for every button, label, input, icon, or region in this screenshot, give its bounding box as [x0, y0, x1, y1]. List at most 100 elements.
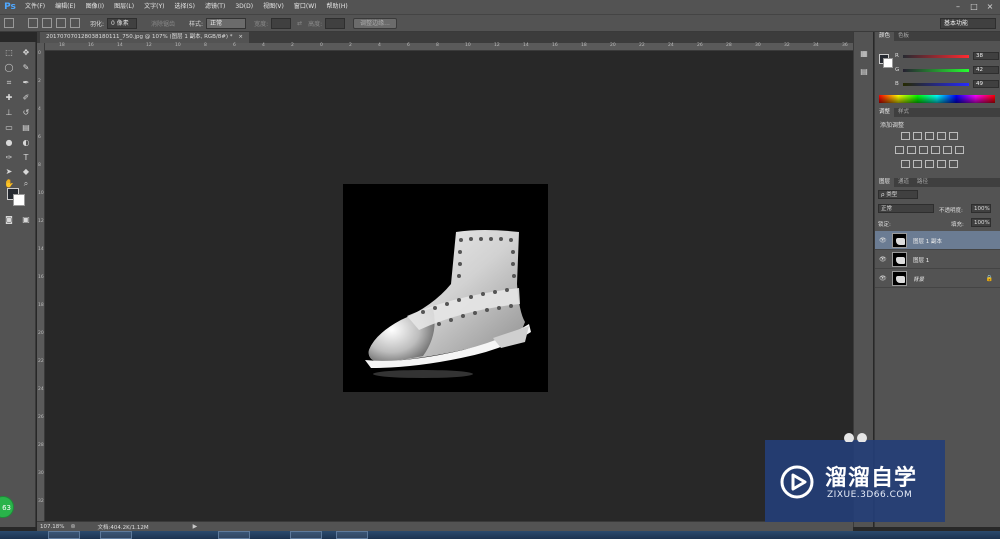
brightness-icon[interactable] — [901, 132, 910, 140]
menu-file[interactable]: 文件(F) — [20, 0, 50, 14]
background-color-swatch[interactable] — [13, 194, 25, 206]
tab-paths[interactable]: 路径 — [913, 178, 932, 187]
zoom-readout[interactable]: 107.18% — [40, 524, 64, 530]
gradient-map-icon[interactable] — [949, 160, 958, 168]
refine-edge-button[interactable]: 调整边缘... — [353, 17, 397, 29]
swap-icon[interactable]: ⇄ — [297, 20, 302, 27]
new-selection-icon[interactable] — [28, 18, 38, 28]
green-channel-slider[interactable]: G 42 — [895, 66, 999, 76]
threshold-icon[interactable] — [925, 160, 934, 168]
document-tab[interactable]: 201707070128038180111_750.jpg @ 107% (图层… — [40, 32, 249, 43]
layer-name[interactable]: 图层 1 副本 — [913, 237, 942, 245]
fill-input[interactable]: 100% — [971, 218, 991, 227]
height-input[interactable] — [325, 17, 346, 29]
blue-channel-slider[interactable]: B 49 — [895, 80, 999, 90]
layer-kind-filter[interactable]: ρ 类型 — [878, 190, 918, 199]
width-input[interactable] — [271, 17, 292, 29]
levels-icon[interactable] — [913, 132, 922, 140]
close-icon[interactable]: × — [238, 34, 243, 40]
menu-view[interactable]: 视图(V) — [258, 0, 289, 14]
hue-saturation-icon[interactable] — [895, 146, 904, 154]
antialias-checkbox[interactable]: 消除锯齿 — [151, 19, 175, 28]
gradient-icon[interactable]: ▤ — [20, 122, 32, 134]
opacity-input[interactable]: 100% — [971, 204, 991, 213]
photo-filter-icon[interactable] — [931, 146, 940, 154]
properties-panel-icon[interactable]: ▤ — [858, 66, 870, 78]
taskbar-item[interactable] — [48, 531, 80, 539]
quick-mask-icon[interactable]: ◙ — [3, 214, 15, 226]
color-balance-icon[interactable] — [907, 146, 916, 154]
maximize-button[interactable]: □ — [966, 0, 982, 14]
menu-layer[interactable]: 图层(L) — [109, 0, 139, 14]
brush-icon[interactable]: ✐ — [20, 92, 32, 104]
layer-name[interactable]: 背景 — [913, 275, 924, 283]
feather-input[interactable]: 0 像素 — [107, 17, 138, 29]
workspace-select[interactable]: 基本功能 — [940, 18, 996, 29]
rect-marquee-preset-icon[interactable] — [4, 18, 14, 28]
menu-type[interactable]: 文字(Y) — [139, 0, 169, 14]
minimize-button[interactable]: – — [950, 0, 966, 14]
blur-icon[interactable]: ● — [3, 137, 15, 149]
layer-row[interactable]: 👁 图层 1 副本 — [875, 231, 1000, 250]
tab-color[interactable]: 颜色 — [875, 32, 895, 41]
blue-value[interactable]: 49 — [973, 80, 999, 88]
taskbar-item[interactable] — [100, 531, 132, 539]
rect-marquee-icon[interactable]: ⬚ — [3, 47, 15, 59]
menu-select[interactable]: 选择(S) — [169, 0, 200, 14]
color-spectrum[interactable] — [879, 95, 995, 103]
tab-swatches[interactable]: 色板 — [894, 32, 913, 41]
visibility-eye-icon[interactable]: 👁 — [879, 275, 887, 282]
exposure-icon[interactable] — [937, 132, 946, 140]
layer-name[interactable]: 图层 1 — [913, 256, 929, 264]
layer-row[interactable]: 👁 背景 🔒 — [875, 269, 1000, 288]
move-icon[interactable]: ✥ — [20, 47, 32, 59]
green-value[interactable]: 42 — [973, 66, 999, 74]
lasso-icon[interactable]: ◯ — [3, 62, 15, 74]
color-lookup-icon[interactable] — [955, 146, 964, 154]
eraser-icon[interactable]: ▭ — [3, 122, 15, 134]
quick-select-icon[interactable]: ✎ — [20, 62, 32, 74]
menu-window[interactable]: 窗口(W) — [289, 0, 322, 14]
dodge-icon[interactable]: ◐ — [20, 137, 32, 149]
canvas-area[interactable] — [45, 51, 853, 521]
intersect-selection-icon[interactable] — [70, 18, 80, 28]
tab-layers[interactable]: 图层 — [875, 178, 895, 187]
posterize-icon[interactable] — [913, 160, 922, 168]
layer-row[interactable]: 👁 图层 1 — [875, 250, 1000, 269]
subtract-selection-icon[interactable] — [56, 18, 66, 28]
visibility-eye-icon[interactable]: 👁 — [879, 237, 887, 244]
blend-mode-select[interactable]: 正常 — [878, 204, 934, 213]
menu-help[interactable]: 帮助(H) — [322, 0, 353, 14]
path-select-icon[interactable]: ➤ — [3, 166, 15, 178]
taskbar-item[interactable] — [218, 531, 250, 539]
red-channel-slider[interactable]: R 38 — [895, 52, 999, 62]
taskbar-item[interactable] — [336, 531, 368, 539]
style-select[interactable]: 正常 — [206, 17, 247, 29]
document-canvas[interactable] — [343, 184, 548, 392]
shape-icon[interactable]: ◆ — [20, 166, 32, 178]
menu-edit[interactable]: 编辑(E) — [50, 0, 80, 14]
vibrance-icon[interactable] — [949, 132, 958, 140]
tab-adjustments[interactable]: 调整 — [875, 108, 895, 117]
history-panel-icon[interactable]: ▦ — [858, 48, 870, 60]
crop-icon[interactable]: ⌗ — [3, 77, 15, 89]
screen-mode-icon[interactable]: ▣ — [20, 214, 32, 226]
channel-mixer-icon[interactable] — [943, 146, 952, 154]
close-window-button[interactable]: × — [982, 0, 998, 14]
pen-icon[interactable]: ✑ — [3, 152, 15, 164]
add-selection-icon[interactable] — [42, 18, 52, 28]
visibility-eye-icon[interactable]: 👁 — [879, 256, 887, 263]
menu-filter[interactable]: 滤镜(T) — [200, 0, 230, 14]
color-swatch-pair[interactable] — [879, 54, 893, 68]
tab-styles[interactable]: 样式 — [894, 108, 913, 117]
status-menu-icon[interactable]: ⊚ — [70, 523, 75, 530]
curves-icon[interactable] — [925, 132, 934, 140]
status-arrow-icon[interactable]: ▶ — [193, 523, 198, 530]
tab-channels[interactable]: 通道 — [894, 178, 913, 187]
menu-3d[interactable]: 3D(D) — [230, 0, 258, 14]
red-value[interactable]: 38 — [973, 52, 999, 60]
taskbar-item[interactable] — [290, 531, 322, 539]
black-white-icon[interactable] — [919, 146, 928, 154]
healing-brush-icon[interactable]: ✚ — [3, 92, 15, 104]
zoom-icon[interactable]: ⌕ — [20, 178, 32, 190]
